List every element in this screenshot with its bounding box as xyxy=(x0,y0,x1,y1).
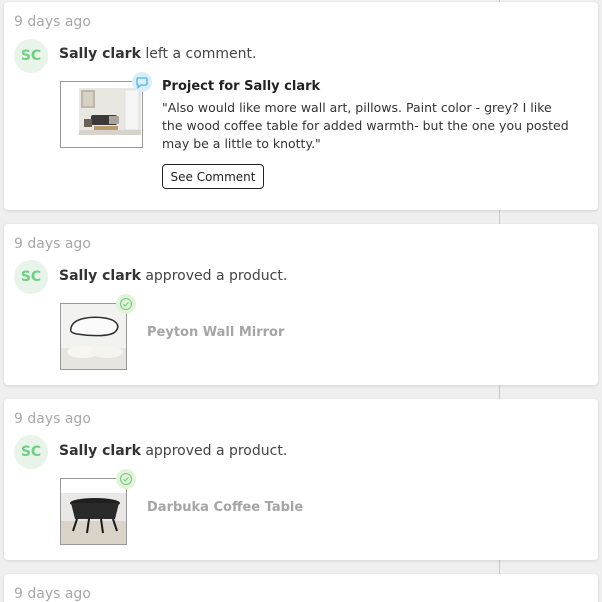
activity-action: left a comment. xyxy=(140,46,257,62)
comment-bubble-icon xyxy=(136,77,148,89)
check-circle-icon xyxy=(119,297,133,311)
approved-badge xyxy=(116,294,136,314)
timestamp: 9 days ago xyxy=(14,236,91,252)
activity-card-approval: 9 days ago SC Sally clark approved a pro… xyxy=(4,224,598,385)
product-thumbnail[interactable] xyxy=(60,303,127,370)
coffee-table-image xyxy=(61,479,126,544)
project-thumbnail[interactable] xyxy=(60,81,143,148)
activity-text: Sally clark approved a product. xyxy=(59,443,287,459)
product-name[interactable]: Darbuka Coffee Table xyxy=(147,500,303,515)
product-thumbnail[interactable] xyxy=(60,478,127,545)
user-name-link[interactable]: Sally clark xyxy=(59,268,141,284)
comment-text: "Also would like more wall art, pillows.… xyxy=(162,100,569,151)
timestamp: 9 days ago xyxy=(14,411,91,427)
timestamp: 9 days ago xyxy=(14,586,91,602)
avatar[interactable]: SC xyxy=(14,39,48,73)
activity-card-approval: 9 days ago SC Sally clark approved a pro… xyxy=(4,399,598,560)
activity-action: approved a product. xyxy=(140,268,288,284)
mirror-image xyxy=(61,304,126,369)
user-name-link[interactable]: Sally clark xyxy=(59,443,141,459)
avatar[interactable]: SC xyxy=(14,435,48,469)
product-name[interactable]: Peyton Wall Mirror xyxy=(147,325,284,340)
activity-card-partial: 9 days ago xyxy=(4,574,598,602)
check-circle-icon xyxy=(119,472,133,486)
activity-text: Sally clark left a comment. xyxy=(59,46,256,62)
activity-feed: 9 days ago SC Sally clark left a comment… xyxy=(0,0,602,602)
activity-card-comment: 9 days ago SC Sally clark left a comment… xyxy=(4,2,598,210)
see-comment-button[interactable]: See Comment xyxy=(162,164,264,189)
user-name-link[interactable]: Sally clark xyxy=(59,46,141,62)
living-room-image xyxy=(61,82,142,147)
avatar[interactable]: SC xyxy=(14,260,48,294)
activity-action: approved a product. xyxy=(140,443,288,459)
activity-text: Sally clark approved a product. xyxy=(59,268,287,284)
timestamp: 9 days ago xyxy=(14,14,91,30)
comment-project-title[interactable]: Project for Sally clark xyxy=(162,79,320,94)
comment-badge xyxy=(132,72,152,92)
approved-badge xyxy=(116,469,136,489)
